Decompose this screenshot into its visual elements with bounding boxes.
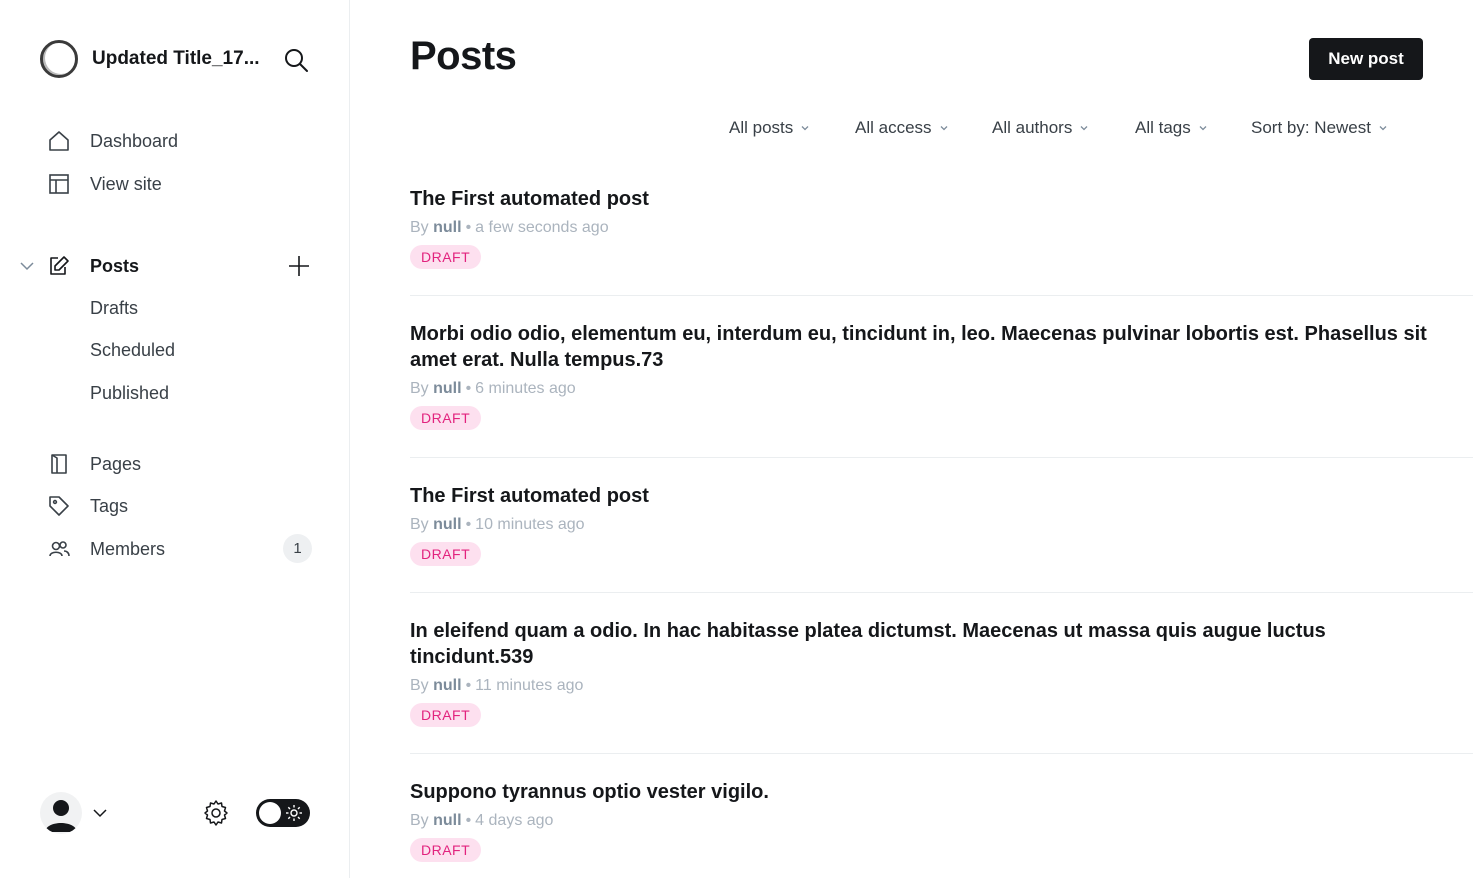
post-time: a few seconds ago (475, 219, 609, 236)
nav-pages-label: Pages (90, 453, 142, 474)
filter-tags[interactable]: All tags (1135, 118, 1208, 138)
nav-scheduled[interactable]: Scheduled (90, 340, 175, 361)
new-post-button[interactable]: New post (1309, 38, 1423, 80)
filter-authors[interactable]: All authors (992, 118, 1089, 138)
post-author: null (433, 380, 462, 397)
filter-authors-label: All authors (992, 118, 1073, 137)
post-title: Morbi odio odio, elementum eu, interdum … (410, 323, 1427, 371)
filter-access[interactable]: All access (855, 118, 949, 138)
nav-members[interactable]: Members (48, 535, 165, 563)
post-title: In eleifend quam a odio. In hac habitass… (410, 620, 1326, 668)
gear-icon[interactable] (202, 799, 230, 827)
theme-toggle[interactable] (256, 799, 310, 827)
post-time: 10 minutes ago (475, 516, 585, 533)
page-icon (48, 453, 70, 475)
nav-published[interactable]: Published (90, 383, 169, 404)
post-author: null (433, 219, 462, 236)
status-badge: DRAFT (410, 703, 482, 727)
post-title: Suppono tyrannus optio vester vigilo. (410, 781, 769, 803)
sun-icon (286, 805, 302, 821)
site-logo (40, 40, 78, 78)
post-author: null (433, 677, 462, 694)
nav-posts[interactable]: Posts (48, 252, 139, 280)
post-by: By (410, 380, 429, 397)
post-meta: By null • 10 minutes ago (410, 516, 1473, 534)
layout-icon (48, 173, 70, 195)
meta-separator: • (465, 812, 472, 829)
chevron-down-icon (801, 126, 809, 131)
filter-post-type-label: All posts (729, 118, 794, 137)
post-time: 4 days ago (475, 812, 554, 829)
members-count-badge: 1 (283, 534, 312, 563)
theme-toggle-knob (259, 802, 281, 824)
chevron-down-icon (1080, 126, 1088, 131)
post-title: The First automated post (410, 485, 649, 507)
nav-dashboard-label: Dashboard (90, 130, 179, 151)
nav-posts-label: Posts (90, 255, 140, 276)
filter-sort[interactable]: Sort by: Newest (1251, 118, 1388, 138)
site-brand[interactable]: Updated Title_17... (40, 40, 260, 78)
chevron-down-icon (940, 126, 947, 131)
nav-dashboard[interactable]: Dashboard (48, 127, 178, 155)
post-author: null (433, 812, 462, 829)
post-meta: By null • 4 days ago (410, 812, 1473, 830)
filter-tags-label: All tags (1135, 118, 1191, 137)
page-title: Posts (410, 34, 517, 78)
nav-drafts[interactable]: Drafts (90, 298, 138, 319)
chevron-down-icon (1199, 126, 1207, 131)
nav-members-label: Members (90, 538, 166, 559)
tag-icon (48, 495, 70, 517)
filter-sort-label: Sort by: Newest (1251, 118, 1371, 137)
post-by: By (410, 812, 429, 829)
nav-tags[interactable]: Tags (48, 492, 128, 520)
post-list-item[interactable]: In eleifend quam a odio. In hac habitass… (410, 618, 1473, 754)
post-meta: By null • 11 minutes ago (410, 677, 1473, 695)
meta-separator: • (465, 677, 472, 694)
post-by: By (410, 516, 429, 533)
nav-view-site[interactable]: View site (48, 170, 162, 198)
post-author: null (433, 516, 462, 533)
post-list-item[interactable]: Morbi odio odio, elementum eu, interdum … (410, 321, 1473, 458)
home-icon (48, 130, 70, 152)
post-title: The First automated post (410, 188, 649, 210)
avatar[interactable] (40, 792, 82, 834)
filter-access-label: All access (855, 118, 932, 137)
chevron-down-icon[interactable] (19, 258, 35, 274)
nav-view-site-label: View site (90, 173, 162, 194)
user-menu-chevron-icon[interactable] (92, 805, 108, 821)
meta-separator: • (465, 516, 472, 533)
site-title: Updated Title_17... (92, 48, 260, 69)
meta-separator: • (465, 380, 472, 397)
status-badge: DRAFT (410, 838, 482, 862)
status-badge: DRAFT (410, 542, 482, 566)
members-icon (48, 538, 70, 560)
add-post-icon[interactable] (287, 254, 311, 278)
search-icon[interactable] (283, 47, 309, 73)
meta-separator: • (465, 219, 472, 236)
post-list-item[interactable]: The First automated post By null • a few s… (410, 186, 1473, 296)
nav-pages[interactable]: Pages (48, 450, 141, 478)
nav-tags-label: Tags (90, 495, 129, 516)
edit-icon (48, 255, 70, 277)
status-badge: DRAFT (410, 245, 482, 269)
post-by: By (410, 219, 429, 236)
sidebar: Updated Title_17... Dashboard View site … (0, 0, 350, 878)
post-meta: By null • a few seconds ago (410, 219, 1473, 237)
chevron-down-icon (1379, 126, 1387, 131)
status-badge: DRAFT (410, 406, 482, 430)
post-list-item[interactable]: Suppono tyrannus optio vester vigilo. By… (410, 779, 1473, 878)
post-list-item[interactable]: The First automated post By null • 10 minu… (410, 483, 1473, 593)
post-time: 6 minutes ago (475, 380, 576, 397)
filter-post-type[interactable]: All posts (729, 118, 810, 138)
post-time: 11 minutes ago (475, 677, 584, 694)
post-meta: By null • 6 minutes ago (410, 380, 1473, 398)
post-by: By (410, 677, 429, 694)
